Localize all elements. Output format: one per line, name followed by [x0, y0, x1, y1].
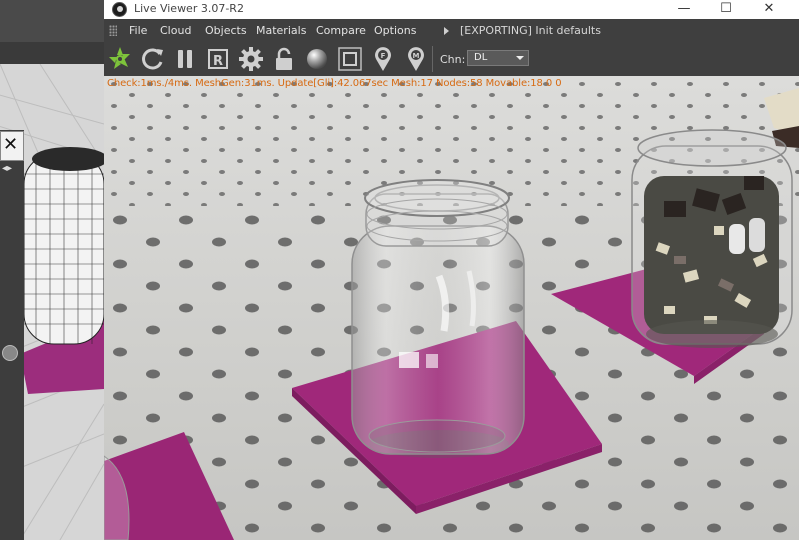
status-message: [EXPORTING] Init defaults — [460, 24, 601, 37]
menu-materials[interactable]: Materials — [256, 24, 306, 37]
move-arrows-icon[interactable]: ◂▸ — [2, 163, 12, 174]
menu-file[interactable]: File — [129, 24, 147, 37]
app-logo-icon — [112, 2, 127, 17]
chevron-down-icon — [516, 56, 524, 60]
minimize-button[interactable]: — — [664, 0, 704, 18]
close-icon[interactable]: ✕ — [3, 135, 18, 155]
channel-label: Chn: — [440, 53, 466, 66]
menu-objects[interactable]: Objects — [205, 24, 247, 37]
menu-cloud[interactable]: Cloud — [160, 24, 191, 37]
live-viewer-window: Live Viewer 3.07-R2 — ☐ ✕ File Cloud Obj… — [104, 0, 799, 540]
window-title: Live Viewer 3.07-R2 — [134, 2, 244, 15]
svg-text:F: F — [381, 52, 386, 60]
glass-jar-render — [351, 179, 525, 455]
svg-text:R: R — [213, 54, 223, 69]
maximize-button[interactable]: ☐ — [706, 0, 746, 18]
region-render-icon[interactable]: R — [204, 45, 232, 73]
close-button[interactable]: ✕ — [749, 0, 789, 18]
scroll-knob-icon[interactable] — [2, 345, 18, 361]
background-side-panel — [0, 130, 24, 540]
channel-select[interactable]: DL — [467, 50, 529, 66]
render-stats: Check:1ms./4ms. MeshGen:31ms. Update[Gli… — [107, 78, 562, 89]
title-bar[interactable]: Live Viewer 3.07-R2 — ☐ ✕ — [104, 0, 799, 19]
pause-icon[interactable] — [171, 45, 199, 73]
focus-frame-icon[interactable] — [336, 45, 364, 73]
status-arrow-icon — [444, 27, 449, 35]
render-viewport[interactable]: Check:1ms./4ms. MeshGen:31ms. Update[Gli… — [104, 76, 799, 540]
refresh-icon[interactable] — [138, 45, 166, 73]
lock-icon[interactable] — [270, 45, 298, 73]
menu-options[interactable]: Options — [374, 24, 416, 37]
settings-gear-icon[interactable] — [237, 45, 265, 73]
menu-bar: File Cloud Objects Materials Compare Opt… — [104, 19, 799, 42]
background-editor-toolbar — [0, 0, 104, 42]
material-ball-icon[interactable] — [303, 45, 331, 73]
render-start-icon[interactable] — [106, 45, 134, 73]
background-popup[interactable]: ✕ — [0, 131, 24, 161]
toolbar-separator — [432, 46, 433, 72]
svg-text:M: M — [413, 52, 420, 60]
menu-compare[interactable]: Compare — [316, 24, 366, 37]
grip-icon — [109, 25, 117, 36]
focus-pick-icon[interactable]: F — [369, 45, 397, 73]
toolbar: R F M Chn: DL — [104, 42, 799, 76]
material-pick-icon[interactable]: M — [402, 45, 430, 73]
channel-value: DL — [474, 52, 488, 63]
